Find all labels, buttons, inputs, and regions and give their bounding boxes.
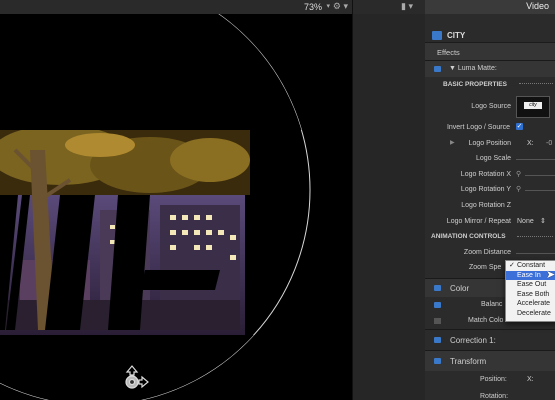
view-options-icon[interactable]: ⚙ ▾ (333, 1, 348, 12)
logo-rotation-x-label: Logo Rotation X (460, 170, 511, 178)
logo-position-label: Logo Position (468, 139, 511, 147)
rotation-dial-icon[interactable]: ⚲ (516, 185, 521, 193)
menu-item-label: Ease Both (517, 290, 550, 298)
viewer-image (0, 0, 311, 400)
rotation-x-slider[interactable] (525, 174, 555, 176)
disclosure-triangle-icon[interactable]: ▶ (450, 139, 455, 146)
menu-item-label: Accelerate (517, 300, 551, 307)
logo-rotation-z-row: Logo Rotation Z (425, 198, 555, 214)
effect-name[interactable]: ▼ Luma Matte: (449, 65, 497, 72)
position-row: Position: X: (425, 371, 555, 388)
logo-thumbnail: city (524, 102, 542, 109)
effects-header-row: Effects (425, 43, 555, 60)
film-icon (432, 31, 442, 40)
logo-source-row: Logo Source city (425, 92, 555, 120)
animation-controls-heading: ANIMATION CONTROLS (431, 233, 506, 241)
transform-section-row[interactable]: Transform (425, 349, 555, 371)
viewer-toolbar: 73% ▾ ⚙ ▾ (0, 0, 352, 14)
zoom-distance-label: Zoom Distance (463, 248, 511, 256)
logo-scale-slider[interactable] (516, 159, 555, 161)
menu-item-label: Constant (517, 262, 546, 269)
inspector-tabbar: Video (425, 0, 555, 14)
position-label: Position: (480, 375, 507, 383)
rotation-row: Rotation: (425, 388, 555, 400)
rotation-dial-icon[interactable]: ⚲ (516, 170, 521, 178)
section-divider (519, 83, 553, 84)
section-divider (517, 236, 553, 238)
popup-chevron-icon[interactable]: ⇕ (540, 217, 546, 225)
correction-row[interactable]: Correction 1: (425, 328, 555, 350)
logo-mirror-popup[interactable]: None (517, 218, 534, 225)
menu-item-label: Decelerate (517, 309, 551, 317)
logo-source-well[interactable]: city (516, 96, 550, 118)
menu-item-label: Ease In (517, 271, 541, 279)
color-enable-toggle[interactable] (434, 284, 441, 291)
zoom-distance-row: Zoom Distance (425, 245, 555, 261)
zoom-distance-slider[interactable] (516, 252, 555, 254)
zoom-menu-chevron-icon[interactable]: ▾ (326, 2, 330, 10)
transform-enable-toggle[interactable] (434, 357, 441, 364)
logo-position-row: ▶ Logo Position X: -0 (425, 136, 555, 152)
display-options-icon[interactable]: ▮ ▾ (401, 1, 413, 12)
correction-enable-toggle[interactable] (434, 336, 441, 343)
logo-source-label: Logo Source (471, 103, 511, 110)
logo-rotation-z-label: Logo Rotation Z (461, 201, 511, 209)
logo-mirror-row: Logo Mirror / Repeat None ⇕ (425, 214, 555, 230)
menu-item-ease-both[interactable]: Ease Both (506, 290, 555, 300)
zoom-speed-label: Zoom Spe (469, 264, 502, 272)
tab-video[interactable]: Video (526, 1, 549, 11)
logo-scale-label: Logo Scale (475, 155, 511, 163)
clip-name: CITY (447, 31, 466, 40)
checkmark-icon: ✓ (509, 262, 515, 269)
match-color-label: Match Colo (468, 316, 504, 324)
basic-properties-heading: BASIC PROPERTIES (443, 81, 507, 88)
mouse-pointer-icon: ➤ (546, 269, 555, 281)
invert-checkbox[interactable]: ✓ (516, 123, 523, 130)
effect-enable-toggle[interactable] (434, 66, 441, 72)
match-color-enable-toggle[interactable] (434, 317, 441, 324)
invert-label: Invert Logo / Source (446, 124, 510, 131)
menu-item-label: Ease Out (517, 281, 547, 288)
animation-controls-row: ANIMATION CONTROLS (425, 229, 555, 245)
logo-rotation-y-label: Logo Rotation Y (460, 186, 511, 194)
zoom-level[interactable]: 73% (304, 2, 322, 12)
gutter-toolbar: ▮ ▾ (353, 0, 425, 14)
transform-title[interactable]: Transform (450, 357, 486, 366)
rotation-label: Rotation: (480, 392, 509, 400)
logo-position-x-value[interactable]: -0 (546, 140, 552, 147)
logo-position-x-label: X: (527, 139, 534, 147)
position-x-label: X: (527, 375, 534, 383)
logo-rotation-x-row: Logo Rotation X ⚲ (425, 167, 555, 183)
balance-enable-toggle[interactable] (434, 301, 441, 308)
inspector-panel: Video CITY Effects ▼ Luma Matte: BASIC P… (425, 0, 555, 400)
balance-label: Balanc (481, 300, 503, 308)
menu-item-decelerate[interactable]: Decelerate (506, 309, 555, 319)
basic-properties-row: BASIC PROPERTIES (425, 77, 555, 92)
effect-row-luma-matte[interactable]: ▼ Luma Matte: (425, 60, 555, 77)
logo-scale-row: Logo Scale (425, 151, 555, 167)
logo-rotation-y-row: Logo Rotation Y ⚲ (425, 182, 555, 198)
clip-header: CITY (425, 14, 555, 43)
viewer-canvas[interactable]: 73% ▾ ⚙ ▾ (0, 0, 352, 400)
correction-title[interactable]: Correction 1: (450, 336, 496, 345)
logo-mirror-label: Logo Mirror / Repeat (446, 217, 511, 225)
color-section-title[interactable]: Color (450, 284, 469, 293)
panel-divider: ▮ ▾ (352, 0, 426, 400)
menu-item-ease-out[interactable]: Ease Out (506, 280, 555, 290)
menu-item-accelerate[interactable]: Accelerate (506, 299, 555, 309)
rotation-y-slider[interactable] (525, 190, 555, 192)
effects-header: Effects (437, 48, 460, 57)
invert-row: Invert Logo / Source ✓ (425, 120, 555, 136)
